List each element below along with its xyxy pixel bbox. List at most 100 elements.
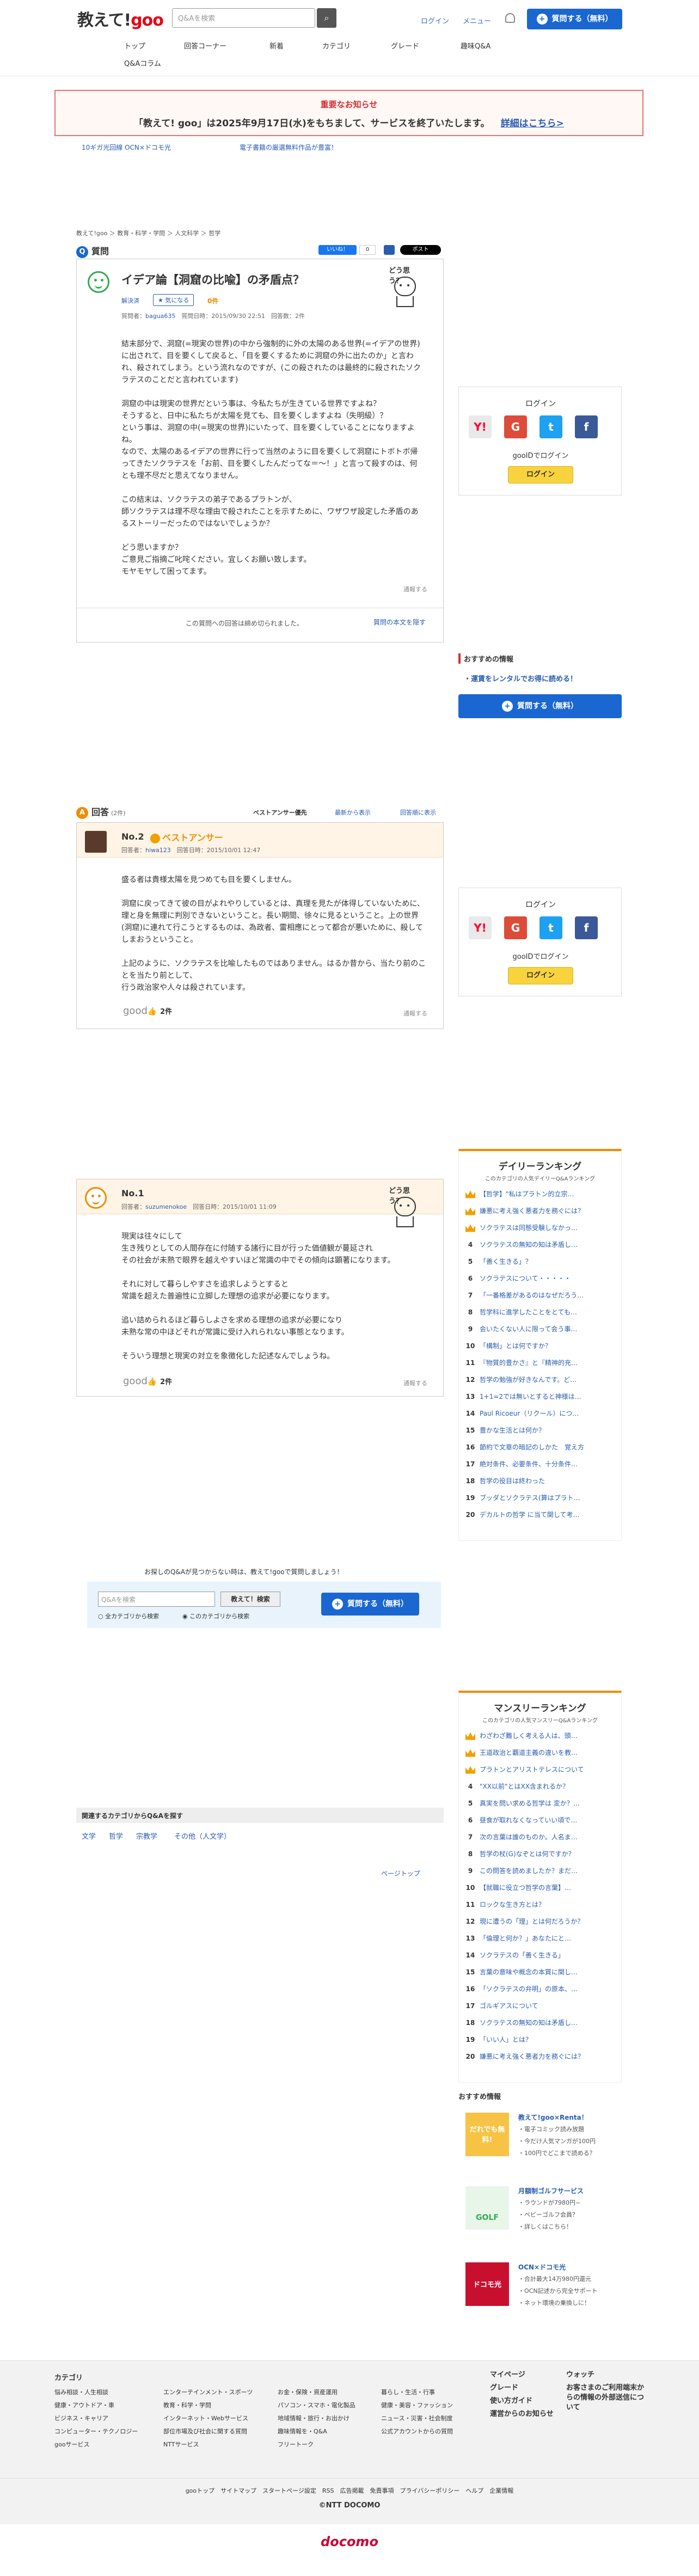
ranking-item-title[interactable]: 嫌悪に考え強く悪者力を務ぐには？	[480, 2053, 584, 2060]
facebook-icon[interactable]: f	[575, 916, 598, 939]
footer-link[interactable]: 健康・美容・ファッション	[381, 2399, 453, 2412]
daily-ranking-item[interactable]: ソクラテスは同態受験しなかっ…	[464, 1223, 611, 1232]
footer-link[interactable]: 部位市場及び社会に関する質問	[163, 2425, 253, 2438]
post-button[interactable]: ポスト	[400, 245, 441, 255]
ranking-item-title[interactable]: この問答を読めましたか？まだ…	[480, 1867, 578, 1875]
monthly-ranking-item[interactable]: 14 ソクラテスの「善く生きる」	[464, 1950, 611, 1960]
monthly-ranking-item[interactable]: 17 ゴルギアスについて	[464, 2001, 611, 2010]
footer-link[interactable]: gooサービス	[54, 2438, 138, 2451]
monthly-ranking-item[interactable]: 4 "XX以前"とはXX含まれるか？	[464, 1782, 611, 1791]
daily-ranking-item[interactable]: 嫌悪に考え強く悪者力を務ぐには？	[464, 1206, 611, 1215]
monthly-ranking-item[interactable]: 20 嫌悪に考え強く悪者力を務ぐには？	[464, 2052, 611, 2061]
nav-answer-corner[interactable]: 回答コーナー	[184, 40, 226, 51]
ranking-item-title[interactable]: 「いい人」とは？	[480, 2036, 532, 2043]
daily-ranking-item[interactable]: 8 哲学科に進学したことをとても…	[464, 1307, 611, 1317]
footer-link[interactable]: コンピューター・テクノロジー	[54, 2425, 138, 2438]
daily-ranking-item[interactable]: 9 会いたくない人に限って会う事…	[464, 1324, 611, 1333]
footer-link[interactable]: 公式アカウントからの質問	[381, 2425, 453, 2438]
daily-ranking-item[interactable]: 12 哲学の勉強が好きなんです。ど…	[464, 1375, 611, 1384]
ranking-item-title[interactable]: ソクラテスの無知の知は矛盾し…	[480, 1241, 578, 1249]
ranking-item-title[interactable]: Paul Ricoeur（リクール）につ…	[480, 1410, 579, 1417]
footer-link[interactable]: 暮らし・生活・行事	[381, 2386, 453, 2399]
ranking-item-title[interactable]: 哲学の杖(G)なぞとは何ですか？	[480, 1850, 575, 1858]
asker-link[interactable]: bagua635	[145, 313, 175, 320]
twitter-icon[interactable]: t	[539, 916, 562, 939]
monthly-ranking-item[interactable]: 18 ソクラテスの無知の知は矛盾し…	[464, 2018, 611, 2027]
ranking-item-title[interactable]: わざわざ難しく考える人は、頭…	[480, 1732, 578, 1740]
footer-link[interactable]: 悩み相談・人生相談	[54, 2386, 138, 2399]
ranking-item-title[interactable]: ソクラテスは同態受験しなかっ…	[480, 1224, 578, 1232]
monthly-ranking-item[interactable]: わざわざ難しく考える人は、頭…	[464, 1731, 611, 1740]
sidebar-ask-button[interactable]: + 質問する（無料）	[458, 694, 622, 718]
page-top-link[interactable]: ページトップ	[381, 1869, 420, 1878]
yahoo-icon[interactable]: Y!	[469, 916, 492, 939]
find-search-input[interactable]: Q&Aを検索	[98, 1592, 215, 1607]
daily-ranking-item[interactable]: 10 「構制」とは何ですか？	[464, 1341, 611, 1350]
ranking-item-title[interactable]: "XX以前"とはXX含まれるか？	[480, 1783, 569, 1790]
docomo-logo[interactable]: docomo	[0, 2534, 699, 2549]
bookmark-icon[interactable]	[384, 245, 395, 255]
daily-ranking-item[interactable]: 4 ソクラテスの無知の知は矛盾し…	[464, 1240, 611, 1249]
notice-detail-link[interactable]: 詳細はこちら>	[501, 118, 564, 129]
ranking-item-title[interactable]: ゴルギアスについて	[480, 2002, 538, 2010]
site-logo[interactable]: 教えて!goo	[77, 7, 164, 30]
monthly-ranking-item[interactable]: 王道政治と覇道主義の違いを教…	[464, 1748, 611, 1757]
nav-category[interactable]: カテゴリ	[322, 40, 351, 51]
twitter-icon[interactable]: t	[539, 415, 562, 438]
footer-link[interactable]: 使い方ガイド	[490, 2395, 554, 2408]
ranking-item-title[interactable]: ソクラテスの「善く生きる」	[480, 1951, 565, 1959]
ranking-item-title[interactable]: ロックな生き方とは？	[480, 1901, 545, 1908]
related-other[interactable]: その他（人文学）	[174, 1831, 231, 1841]
promo-title-renta[interactable]: 教えて!goo×Renta！	[518, 2113, 588, 2122]
daily-ranking-item[interactable]: 19 ブッダとソクラテス(算はプラト…	[464, 1493, 611, 1502]
ranking-item-title[interactable]: 『物質的豊かさ』と『精神的充…	[480, 1359, 578, 1367]
footer-link[interactable]: 趣味情報を・Q&A	[278, 2425, 355, 2438]
ranking-item-title[interactable]: 絶対条件、必要条件、十分条件…	[480, 1460, 578, 1468]
footer-link[interactable]: 運営からのお知らせ	[490, 2408, 554, 2421]
monthly-ranking-item[interactable]: 5 真実を問い求める哲学は 変か？…	[464, 1798, 611, 1808]
ranking-item-title[interactable]: 「善く生きる」？	[480, 1258, 532, 1265]
footer-link[interactable]: ビジネス・キャリア	[54, 2412, 138, 2425]
breadcrumb[interactable]: 教えて!goo ＞ 教育・科学・学問 ＞ 人文科学 ＞ 哲学	[76, 229, 220, 237]
footer-link[interactable]: 地域情報・旅行・お出かけ	[278, 2412, 355, 2425]
find-ask-button[interactable]: + 質問する（無料）	[321, 1593, 419, 1616]
promo-image-ocn[interactable]: ドコモ光	[465, 2262, 509, 2306]
monthly-ranking-item[interactable]: 9 この問答を読めましたか？まだ…	[464, 1866, 611, 1875]
report-link[interactable]: 通報する	[403, 1379, 427, 1387]
ranking-item-title[interactable]: 哲学の役目は終わった	[480, 1477, 545, 1485]
promo-image-golf[interactable]: GOLF	[465, 2186, 509, 2230]
ranking-item-title[interactable]: 1+1=2では無いとすると神様は…	[480, 1393, 581, 1400]
daily-ranking-item[interactable]: 18 哲学の役目は終わった	[464, 1476, 611, 1485]
ranking-item-title[interactable]: 豊かな生活とは何か？	[480, 1427, 545, 1434]
nav-grade[interactable]: グレード	[391, 40, 419, 51]
ranking-item-title[interactable]: 哲学科に進学したことをとても…	[480, 1308, 577, 1316]
search-button[interactable]: ⌕	[317, 8, 336, 28]
daily-ranking-item[interactable]: 5 「善く生きる」？	[464, 1257, 611, 1266]
monthly-ranking-item[interactable]: 6 昼食が取れなくなっていい頃で…	[464, 1815, 611, 1825]
nav-top[interactable]: トップ	[124, 40, 145, 51]
monthly-ranking-item[interactable]: 19 「いい人」とは？	[464, 2035, 611, 2044]
menu-link[interactable]: メニュー	[463, 15, 491, 26]
yahoo-icon[interactable]: Y!	[469, 415, 492, 438]
monthly-ranking-item[interactable]: 16 「ソクラテスの弁明」の原本、…	[464, 1984, 611, 1993]
ranking-item-title[interactable]: 節約で文章の暗記のしかた 覚え方	[480, 1443, 584, 1451]
daily-ranking-item[interactable]: 6 ソクラテスについて・・・・・	[464, 1274, 611, 1283]
daily-ranking-item[interactable]: 11 『物質的豊かさ』と『精神的充…	[464, 1358, 611, 1367]
ranking-item-title[interactable]: 言葉の意味や概念の本質に関し…	[480, 1968, 578, 1976]
footer-link[interactable]: パソコン・スマホ・電化製品	[278, 2399, 355, 2412]
search-input[interactable]: Q&Aを検索	[172, 8, 315, 28]
sort-latest[interactable]: 最新から表示	[335, 808, 371, 817]
facebook-icon[interactable]: f	[575, 415, 598, 438]
monthly-ranking-item[interactable]: 11 ロックな生き方とは？	[464, 1900, 611, 1909]
ad-link-ebook[interactable]: 電子書籍の厳選無料作品が豊富！	[240, 143, 338, 152]
ranking-item-title[interactable]: ソクラテスの無知の知は矛盾し…	[480, 2019, 578, 2027]
respondent-link[interactable]: hiwa123	[145, 847, 171, 854]
google-icon[interactable]: G	[504, 916, 527, 939]
footer-links[interactable]: gooトップ サイトマップ スタートページ設定 RSS 広告掲載 免責事項 プラ…	[0, 2486, 699, 2495]
ranking-item-title[interactable]: 嫌悪に考え強く悪者力を務ぐには？	[480, 1207, 584, 1215]
daily-ranking-item[interactable]: 14 Paul Ricoeur（リクール）につ…	[464, 1409, 611, 1418]
ranking-item-title[interactable]: 「ソクラテスの弁明」の原本、…	[480, 1985, 578, 1993]
daily-ranking-item[interactable]: 15 豊かな生活とは何か？	[464, 1425, 611, 1435]
ask-question-button[interactable]: + 質問する（無料）	[527, 9, 622, 29]
footer-link[interactable]: マイページ	[490, 2369, 554, 2382]
